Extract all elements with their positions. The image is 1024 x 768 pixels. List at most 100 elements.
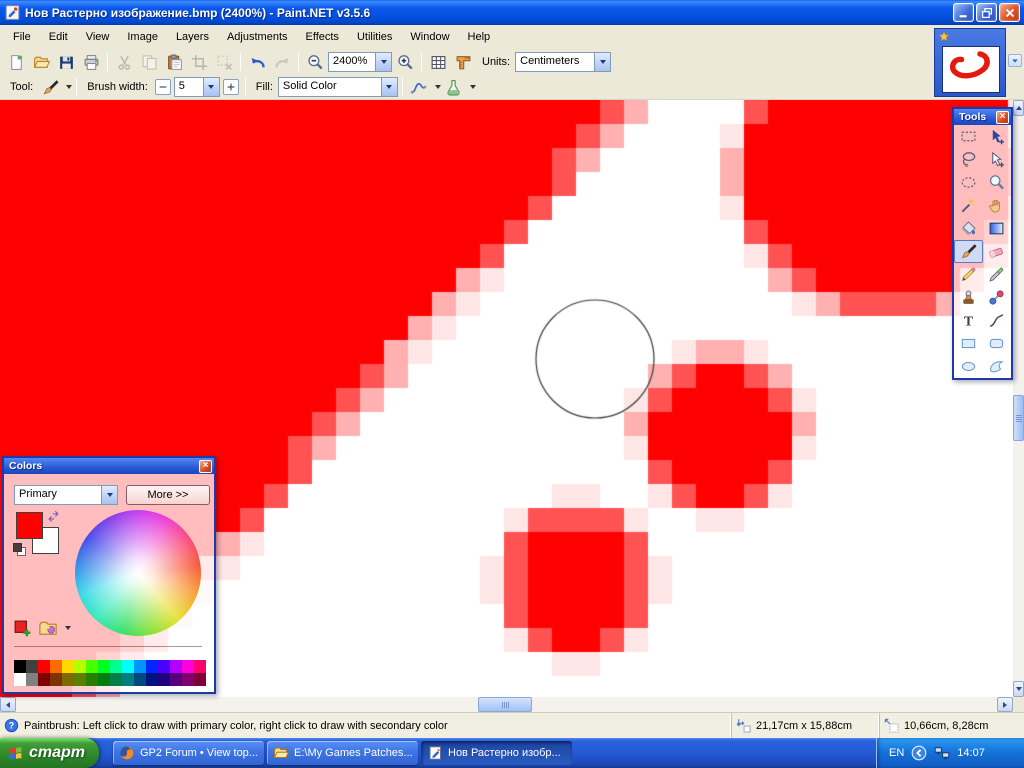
brush-width-increase-button[interactable]: [223, 79, 239, 95]
tool-rectangle-select[interactable]: [954, 125, 983, 148]
more-button[interactable]: More >>: [126, 485, 210, 505]
tool-shape-rounded-rectangle[interactable]: [983, 332, 1012, 355]
color-swatch[interactable]: [134, 660, 146, 673]
tool-shape-ellipse[interactable]: [954, 355, 983, 378]
tool-eraser[interactable]: [983, 240, 1012, 263]
color-swatch[interactable]: [98, 660, 110, 673]
menu-effects[interactable]: Effects: [297, 25, 348, 49]
color-swatch[interactable]: [110, 673, 122, 686]
menu-utilities[interactable]: Utilities: [348, 25, 401, 49]
menu-layers[interactable]: Layers: [167, 25, 218, 49]
brush-width-dropdown[interactable]: [203, 78, 219, 96]
colors-palette-close-button[interactable]: ×: [199, 460, 212, 473]
tools-palette-close-button[interactable]: ×: [996, 111, 1009, 124]
tool-move-selection[interactable]: [983, 148, 1012, 171]
open-folder-button[interactable]: [29, 51, 53, 73]
paste-button[interactable]: [162, 51, 186, 73]
brush-width-decrease-button[interactable]: [155, 79, 171, 95]
color-wheel[interactable]: [75, 510, 201, 636]
tool-pan[interactable]: [983, 194, 1012, 217]
zoom-combo-dropdown[interactable]: [375, 53, 391, 71]
color-swatch[interactable]: [194, 660, 206, 673]
current-tool-button[interactable]: [38, 76, 62, 98]
color-swatch[interactable]: [170, 660, 182, 673]
color-swatch[interactable]: [38, 660, 50, 673]
color-swatch[interactable]: [62, 660, 74, 673]
taskbar-window-1[interactable]: GP2 Forum • View top...: [113, 741, 264, 765]
color-swatch[interactable]: [62, 673, 74, 686]
curve-style-button[interactable]: [407, 76, 431, 98]
print-button[interactable]: [79, 51, 103, 73]
menu-file[interactable]: File: [4, 25, 40, 49]
tool-magic-wand[interactable]: [954, 194, 983, 217]
chevron-down-icon[interactable]: [66, 85, 72, 89]
chevron-down-icon[interactable]: [65, 626, 71, 630]
scroll-down-button[interactable]: [1013, 681, 1024, 697]
brush-width-combo[interactable]: 5: [174, 77, 220, 97]
swap-colors-icon[interactable]: [47, 510, 60, 523]
tool-ellipse-select[interactable]: [954, 171, 983, 194]
color-swatch[interactable]: [38, 673, 50, 686]
image-list-selected-thumbnail[interactable]: [934, 28, 1006, 97]
tool-shape-rectangle[interactable]: [954, 332, 983, 355]
menu-edit[interactable]: Edit: [40, 25, 77, 49]
color-swatch[interactable]: [194, 673, 206, 686]
network-icon[interactable]: [934, 745, 950, 761]
color-swatch[interactable]: [86, 673, 98, 686]
color-swatch[interactable]: [146, 660, 158, 673]
color-swatch[interactable]: [74, 673, 86, 686]
color-swatch[interactable]: [146, 673, 158, 686]
color-swatch[interactable]: [182, 673, 194, 686]
colors-palette-titlebar[interactable]: Colors ×: [4, 458, 214, 474]
zoom-in-button[interactable]: [393, 51, 417, 73]
color-swatch[interactable]: [182, 660, 194, 673]
close-button[interactable]: [999, 3, 1020, 22]
palette-menu-button[interactable]: [38, 618, 58, 638]
scroll-left-button[interactable]: [0, 697, 16, 712]
chevron-down-icon[interactable]: [470, 85, 476, 89]
color-mode-combo[interactable]: Primary: [14, 485, 118, 505]
rulers-toggle-button[interactable]: [451, 51, 475, 73]
tools-palette-titlebar[interactable]: Tools ×: [954, 109, 1011, 125]
tool-paint-bucket[interactable]: [954, 217, 983, 240]
horizontal-scrollbar[interactable]: [0, 697, 1013, 712]
units-combo-dropdown[interactable]: [594, 53, 610, 71]
color-swatch[interactable]: [110, 660, 122, 673]
color-swatch[interactable]: [158, 660, 170, 673]
scroll-up-button[interactable]: [1013, 100, 1024, 116]
title-bar[interactable]: Нов Растерно изображение.bmp (2400%) - P…: [0, 0, 1024, 25]
color-swatch[interactable]: [26, 673, 38, 686]
color-swatch[interactable]: [122, 673, 134, 686]
zoom-level-combo[interactable]: 2400%: [328, 52, 392, 72]
color-swatch[interactable]: [74, 660, 86, 673]
tool-line-curve[interactable]: [983, 309, 1012, 332]
color-mode-dropdown[interactable]: [101, 486, 117, 504]
color-swatch[interactable]: [98, 673, 110, 686]
new-file-button[interactable]: [4, 51, 28, 73]
tool-shape-freeform[interactable]: [983, 355, 1012, 378]
color-swatch[interactable]: [14, 673, 26, 686]
chevron-down-icon[interactable]: [435, 85, 441, 89]
color-swatch[interactable]: [26, 660, 38, 673]
color-swatch[interactable]: [158, 673, 170, 686]
start-button[interactable]: старт: [0, 738, 99, 768]
color-swatch[interactable]: [14, 660, 26, 673]
fill-combo-dropdown[interactable]: [381, 78, 397, 96]
add-color-button[interactable]: [14, 620, 32, 638]
menu-view[interactable]: View: [77, 25, 119, 49]
grid-toggle-button[interactable]: [426, 51, 450, 73]
tool-text[interactable]: T: [954, 309, 983, 332]
menu-window[interactable]: Window: [401, 25, 458, 49]
color-swatch[interactable]: [50, 673, 62, 686]
tool-gradient[interactable]: [983, 217, 1012, 240]
minimize-button[interactable]: [953, 3, 974, 22]
color-swatch[interactable]: [170, 673, 182, 686]
horizontal-scroll-thumb[interactable]: [478, 697, 532, 712]
menu-help[interactable]: Help: [459, 25, 500, 49]
tool-color-picker[interactable]: [983, 263, 1012, 286]
taskbar-window-3[interactable]: Нов Растерно изобр...: [421, 741, 572, 765]
color-swatch[interactable]: [50, 660, 62, 673]
tool-lasso-select[interactable]: [954, 148, 983, 171]
tool-zoom[interactable]: [983, 171, 1012, 194]
save-button[interactable]: [54, 51, 78, 73]
